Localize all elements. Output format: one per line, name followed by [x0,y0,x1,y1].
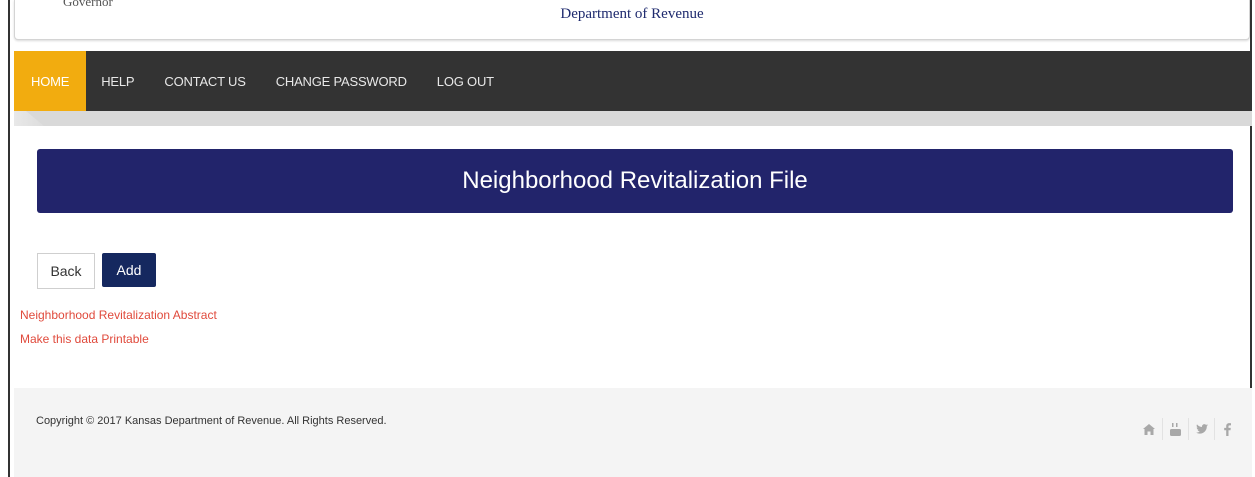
main-navbar: HOME HELP CONTACT US CHANGE PASSWORD LOG… [14,51,1252,111]
printable-link[interactable]: Make this data Printable [20,332,149,346]
nav-item-change-password[interactable]: CHANGE PASSWORD [261,51,422,111]
page-title: Neighborhood Revitalization File [462,167,808,194]
facebook-icon[interactable] [1214,418,1240,440]
social-links [1136,418,1240,440]
department-title: Department of Revenue [560,6,704,22]
home-icon[interactable] [1136,418,1162,440]
page-footer: Copyright © 2017 Kansas Department of Re… [14,388,1252,477]
nav-item-help[interactable]: HELP [86,51,149,111]
twitter-icon[interactable] [1188,418,1214,440]
nav-item-log-out[interactable]: LOG OUT [422,51,509,111]
back-button[interactable]: Back [37,253,95,289]
add-button[interactable]: Add [102,253,156,287]
abstract-link[interactable]: Neighborhood Revitalization Abstract [20,308,217,322]
site-header: Governor Department of Revenue [14,0,1250,40]
nav-shadow-band [26,111,1252,126]
page-title-banner: Neighborhood Revitalization File [37,149,1233,213]
copyright-text: Copyright © 2017 Kansas Department of Re… [36,415,387,427]
nav-item-home[interactable]: HOME [14,51,87,111]
nav-item-contact-us[interactable]: CONTACT US [149,51,260,111]
youtube-icon[interactable] [1162,418,1188,440]
page-left-border [8,0,10,477]
